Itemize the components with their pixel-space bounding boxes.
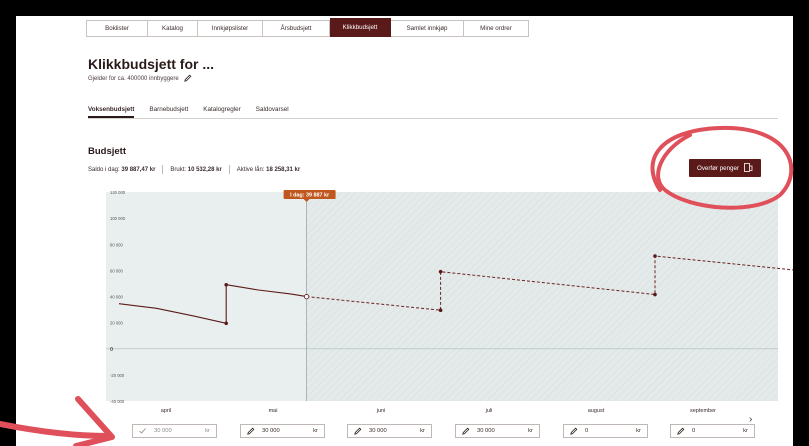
y-tick-label: 120 000	[110, 190, 126, 195]
amount-value[interactable]: 0	[692, 428, 743, 434]
y-tick-label: 20 000	[110, 321, 123, 326]
month-label-august: august	[587, 408, 605, 414]
pencil-icon[interactable]	[247, 427, 257, 435]
today-point	[303, 294, 310, 300]
y-tick-label: 60 000	[110, 268, 123, 273]
page: Boklister Katalog Innkjøpslister Årsbuds…	[16, 16, 793, 446]
month-amount-juni[interactable]: 30 000 kr	[347, 424, 432, 438]
data-point	[438, 269, 443, 274]
month-label-september: september	[690, 408, 716, 414]
month-amount-april: 30 000 kr	[132, 424, 217, 438]
pencil-icon[interactable]	[570, 427, 580, 435]
amount-value[interactable]: 30 000	[369, 428, 420, 434]
month-amount-august[interactable]: 0 kr	[563, 424, 648, 438]
next-months-chevron-icon[interactable]: ›	[749, 414, 752, 425]
data-point	[438, 308, 443, 313]
amount-unit: kr	[636, 428, 641, 434]
y-tick-label: 100 000	[110, 216, 126, 221]
budget-chart: 120 000 100 000 80 000 60 000 40 000 20 000 0 -…	[106, 190, 793, 404]
month-amount-juli[interactable]: 30 000 kr	[455, 424, 540, 438]
data-point	[653, 254, 657, 258]
amount-unit: kr	[205, 428, 210, 434]
forecast-area	[306, 192, 778, 401]
data-point	[224, 282, 229, 287]
amount-value: 30 000	[154, 428, 172, 434]
month-amount-september[interactable]: 0 kr	[670, 424, 755, 438]
amount-value[interactable]: 0	[585, 428, 636, 434]
amount-value[interactable]: 30 000	[262, 428, 313, 434]
amount-unit: kr	[528, 428, 533, 434]
data-point	[653, 292, 657, 297]
pencil-icon[interactable]	[677, 427, 687, 435]
month-label-april: april	[160, 408, 172, 414]
amount-value[interactable]: 30 000	[477, 428, 528, 434]
y-tick-label: -20 000	[110, 373, 125, 378]
month-label-juli: juli	[485, 408, 493, 414]
amount-unit: kr	[420, 428, 425, 434]
pencil-icon[interactable]	[462, 427, 472, 435]
amount-unit: kr	[743, 428, 748, 434]
month-label-mai: mai	[268, 408, 278, 414]
y-tick-label: 0	[110, 347, 113, 353]
y-tick-label: 80 000	[110, 242, 123, 247]
pencil-icon[interactable]	[354, 427, 364, 435]
check-icon	[139, 428, 149, 434]
y-tick-label: 40 000	[110, 295, 123, 300]
month-label-juni: juni	[376, 408, 386, 414]
month-amount-mai[interactable]: 30 000 kr	[240, 424, 325, 438]
amount-unit: kr	[313, 428, 318, 434]
y-tick-label: -40 000	[110, 399, 125, 404]
today-label-text: I dag: 39 887 kr	[290, 192, 330, 198]
data-point	[224, 321, 229, 326]
